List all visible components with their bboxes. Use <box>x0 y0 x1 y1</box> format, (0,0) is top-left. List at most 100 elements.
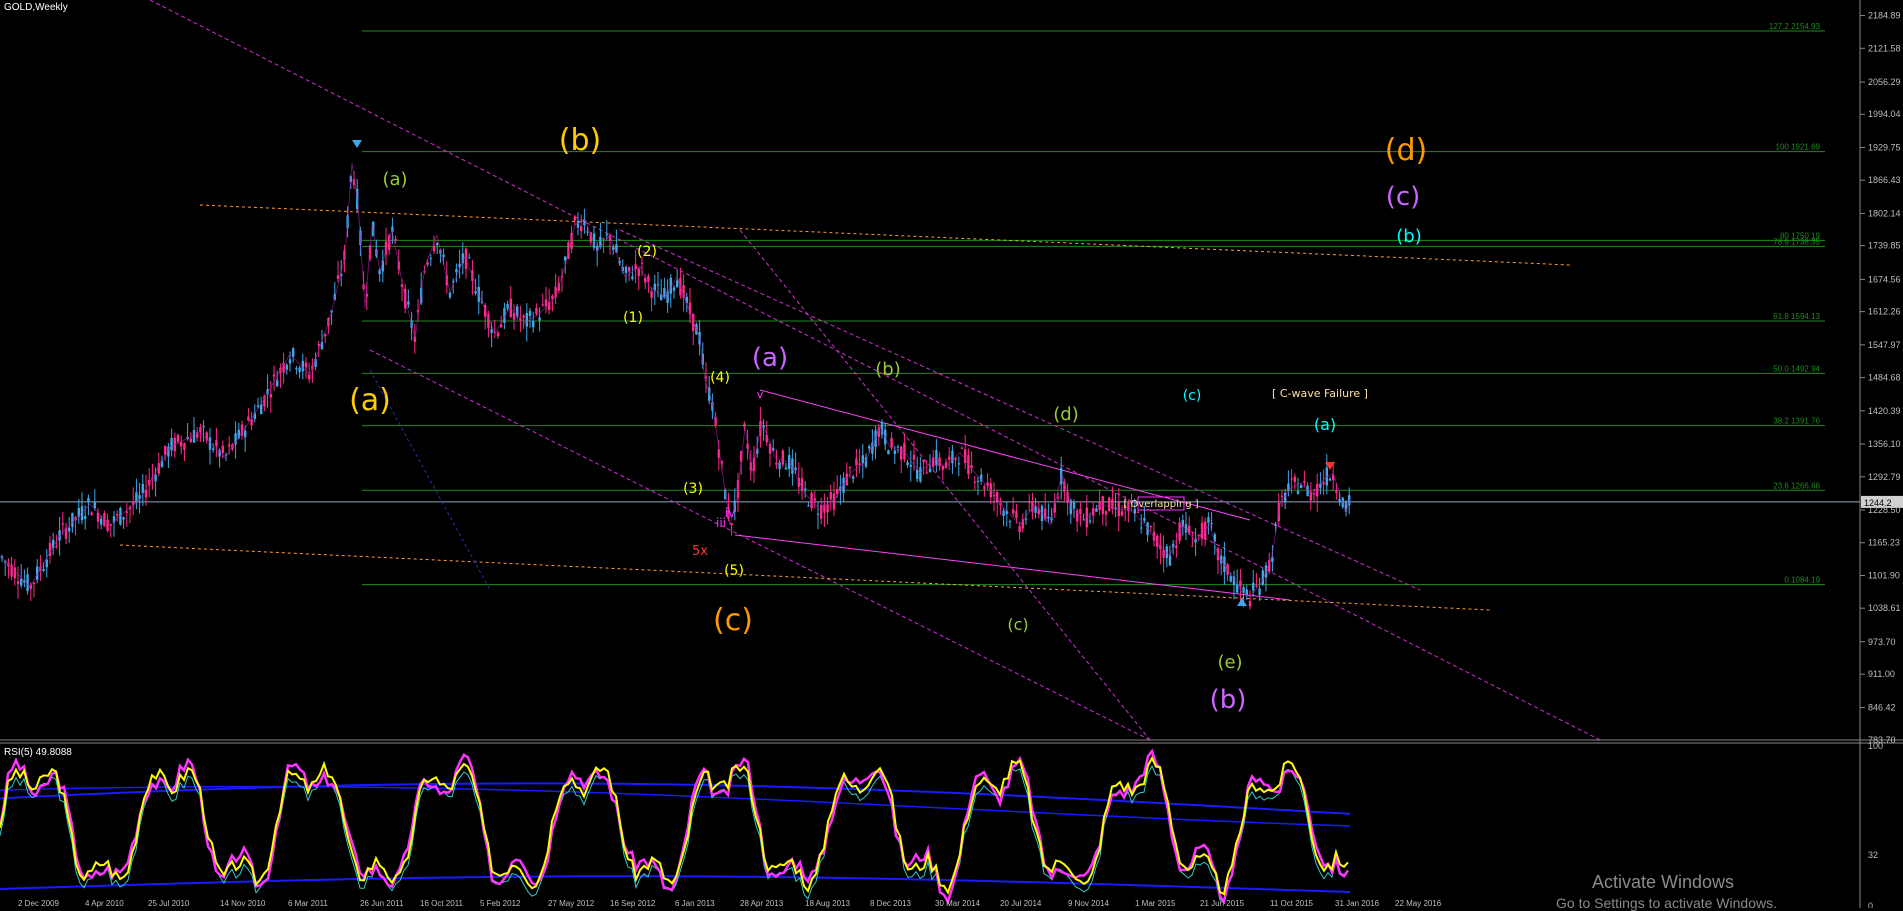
candle-body <box>1162 549 1165 558</box>
wave-label-3: (d) <box>1385 133 1427 168</box>
wave-label-16: (2) <box>637 244 657 260</box>
candle-body <box>922 459 925 463</box>
candle-body <box>436 243 439 245</box>
wave-label-1: (b) <box>559 123 601 158</box>
wedge-lower <box>734 534 1291 601</box>
candle-body <box>906 462 909 466</box>
x-tick-label-1: 4 Apr 2010 <box>85 899 124 908</box>
candle-body <box>672 287 676 291</box>
candle-body <box>500 324 503 328</box>
wave-label-23: v <box>757 388 764 401</box>
candle-body <box>468 257 471 259</box>
candle-body <box>32 582 36 584</box>
rsi-level-label-2: 0 <box>1868 901 1873 908</box>
candle-body <box>564 256 567 261</box>
wave-label-7: (a) <box>382 169 407 190</box>
x-tick-label-0: 2 Dec 2009 <box>18 899 59 908</box>
candle-body <box>1290 478 1293 480</box>
candle-body <box>784 467 788 470</box>
candle-body <box>295 368 298 370</box>
candle-body <box>983 486 986 490</box>
candle-body <box>189 438 192 443</box>
candle-body <box>122 517 125 520</box>
y-tick-label-5: 1866.43 <box>1868 175 1901 185</box>
candle-body <box>775 462 778 465</box>
candle-body <box>1312 493 1316 495</box>
x-tick-label-17: 1 Mar 2015 <box>1135 899 1176 908</box>
y-tick-label-19: 973.70 <box>1868 637 1896 647</box>
y-tick-label-14: 1292.79 <box>1868 472 1901 482</box>
candle-body <box>573 216 576 221</box>
candle-body <box>256 405 260 408</box>
y-tick-label-3: 1994.04 <box>1868 109 1901 119</box>
y-tick-label-15: 1228.50 <box>1868 505 1901 515</box>
candle-body <box>656 284 660 286</box>
rsi-label: RSI(5) 49.8088 <box>4 747 72 758</box>
candle-body <box>87 498 90 503</box>
candle-body <box>429 258 432 260</box>
candle-body <box>272 374 276 377</box>
candle-body <box>612 247 615 250</box>
x-tick-label-6: 16 Oct 2011 <box>420 899 464 908</box>
candle-body <box>1108 497 1111 511</box>
y-tick-label-16: 1165.23 <box>1868 538 1900 548</box>
candle-body <box>887 450 890 455</box>
candle-body <box>16 581 20 584</box>
activate-windows-title: Activate Windows <box>1592 872 1735 892</box>
candle-body <box>285 364 288 370</box>
candle-body <box>1076 510 1079 522</box>
candle-body <box>208 437 212 450</box>
candle-body <box>640 262 644 264</box>
price-chart[interactable]: 127.2 2154.93100 1921.6980 1750.1978.6 1… <box>0 0 1903 908</box>
candle-body <box>586 231 589 233</box>
y-tick-label-18: 1038.61 <box>1868 603 1901 613</box>
wave-label-22: iv <box>725 506 735 520</box>
wave-labels: (a) (b) (c) (d) (c) (a) (b) (a) (c) (e) (b) (d) (b) (… <box>349 123 1427 715</box>
candle-body <box>506 304 509 309</box>
wave-label-24: [ C-wave Failure ] <box>1272 387 1368 400</box>
candle-body <box>1168 555 1172 566</box>
x-tick-label-15: 20 Jul 2014 <box>1000 899 1042 908</box>
candle-body <box>10 564 13 577</box>
candle-body <box>858 463 861 465</box>
candle-body <box>13 567 16 579</box>
x-tick-label-12: 18 Aug 2013 <box>805 899 850 908</box>
candle-body <box>1047 516 1050 519</box>
x-tick-label-19: 11 Oct 2015 <box>1270 899 1314 908</box>
candle-body <box>954 458 957 461</box>
x-tick-label-8: 27 May 2012 <box>548 899 595 908</box>
candle-body <box>535 307 538 314</box>
candle-body <box>576 220 580 228</box>
candle-body <box>247 416 250 421</box>
candle-body <box>96 512 100 522</box>
candle-body <box>269 394 272 398</box>
candle-body <box>832 493 836 510</box>
wave-label-25: [ Overlapping ] <box>1123 499 1198 510</box>
y-tick-label-11: 1484.68 <box>1868 373 1901 383</box>
candle-body <box>442 254 445 258</box>
candle-body <box>116 514 119 516</box>
y-tick-label-8: 1674.56 <box>1868 274 1901 284</box>
candle-body <box>221 445 224 454</box>
x-tick-label-3: 14 Nov 2010 <box>220 899 266 908</box>
candle-body <box>1255 585 1258 587</box>
candle-body <box>228 444 231 447</box>
candle-body <box>1191 545 1194 547</box>
candle-body <box>912 454 916 460</box>
candle-body <box>826 504 829 513</box>
candle-body <box>676 280 679 288</box>
y-tick-label-4: 1929.75 <box>1868 142 1901 152</box>
fib-label-7: 23.6 1266.66 <box>1773 481 1820 490</box>
candle-body <box>804 488 807 490</box>
wave-label-19: (5) <box>724 563 744 579</box>
candle-body <box>743 423 746 427</box>
candle-body <box>144 489 148 498</box>
candle-body <box>1072 502 1076 509</box>
candle-body <box>192 430 196 443</box>
candle-body <box>957 463 960 465</box>
candle-body <box>1239 580 1242 587</box>
candle-body <box>42 569 45 571</box>
y-tick-label-12: 1420.39 <box>1868 406 1901 416</box>
x-tick-label-18: 21 Jun 2015 <box>1200 899 1245 908</box>
candle-body <box>1015 511 1018 519</box>
